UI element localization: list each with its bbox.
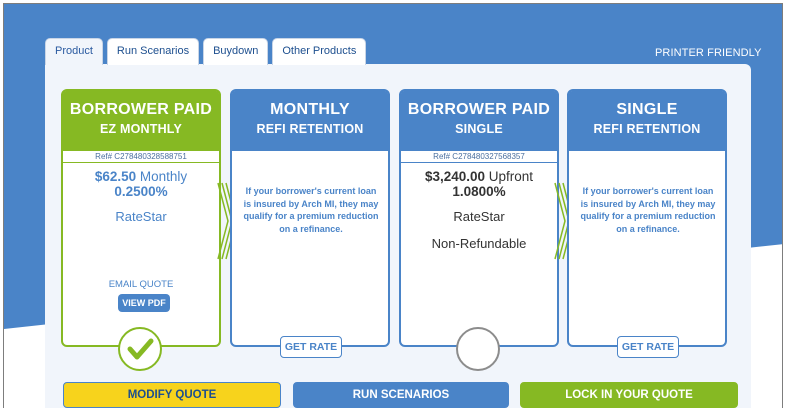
refi-promo-text: If your borrower's current loan is insur… — [580, 186, 716, 234]
get-rate-button[interactable]: GET RATE — [280, 336, 342, 358]
reference-number: Ref# C278480328588751 — [63, 151, 219, 163]
card-monthly-refi-retention: MONTHLY REFI RETENTION If your borrower'… — [230, 89, 390, 358]
card-subtitle: EZ MONTHLY — [99, 122, 183, 136]
tab-run-scenarios[interactable]: Run Scenarios — [106, 38, 200, 65]
premium-line: $62.50 Monthly — [63, 169, 219, 184]
premium-frequency: Monthly — [136, 169, 188, 184]
card-title: MONTHLY — [270, 101, 350, 118]
card-title: SINGLE — [616, 101, 678, 118]
run-scenarios-button[interactable]: RUN SCENARIOS — [293, 382, 509, 408]
card-title: BORROWER PAID — [407, 101, 551, 118]
card-header: SINGLE REFI RETENTION — [569, 91, 725, 151]
reference-number: Ref# C278480327568357 — [401, 151, 557, 163]
premium-rate: 1.0800% — [452, 184, 506, 199]
card-subtitle: REFI RETENTION — [593, 122, 701, 136]
premium-frequency: Upfront — [485, 169, 534, 184]
check-icon — [127, 338, 154, 360]
card-borrower-paid-ez-monthly: BORROWER PAID EZ MONTHLY Ref# C278480328… — [61, 89, 221, 371]
premium-amount: $3,240.00 — [424, 169, 486, 184]
ratestar-label: RateStar — [115, 209, 167, 224]
refi-promo-text: If your borrower's current loan is insur… — [243, 186, 379, 234]
tab-other-products[interactable]: Other Products — [272, 38, 367, 65]
ratestar-label: RateStar — [453, 209, 505, 224]
premium-amount: $62.50 — [94, 169, 137, 184]
card-header: MONTHLY REFI RETENTION — [232, 91, 388, 151]
card-subtitle: SINGLE — [455, 122, 503, 136]
card-single-refi-retention: SINGLE REFI RETENTION If your borrower's… — [567, 89, 727, 358]
refundability-label: Non-Refundable — [431, 236, 527, 251]
card-borrower-paid-single: BORROWER PAID SINGLE Ref# C2784803275683… — [399, 89, 559, 371]
lock-in-quote-button[interactable]: LOCK IN YOUR QUOTE — [520, 382, 738, 408]
tab-bar: Product Run Scenarios Buydown Other Prod… — [45, 38, 370, 65]
tab-buydown[interactable]: Buydown — [203, 38, 269, 65]
email-quote-link[interactable]: EMAIL QUOTE — [63, 279, 219, 290]
card-header: BORROWER PAID EZ MONTHLY — [63, 91, 219, 151]
card-header: BORROWER PAID SINGLE — [401, 91, 557, 151]
select-option-radio[interactable] — [118, 327, 162, 371]
premium-line: $3,240.00 Upfront — [401, 169, 557, 184]
card-subtitle: REFI RETENTION — [256, 122, 364, 136]
card-title: BORROWER PAID — [69, 101, 213, 118]
modify-quote-button[interactable]: MODIFY QUOTE — [63, 382, 281, 408]
view-pdf-button[interactable]: VIEW PDF — [118, 294, 170, 312]
app-frame: Product Run Scenarios Buydown Other Prod… — [3, 3, 783, 408]
select-option-radio[interactable] — [456, 327, 500, 371]
premium-rate: 0.2500% — [114, 184, 168, 199]
tab-product[interactable]: Product — [45, 38, 103, 65]
get-rate-button[interactable]: GET RATE — [617, 336, 679, 358]
printer-friendly-link[interactable]: PRINTER FRIENDLY — [655, 47, 762, 59]
